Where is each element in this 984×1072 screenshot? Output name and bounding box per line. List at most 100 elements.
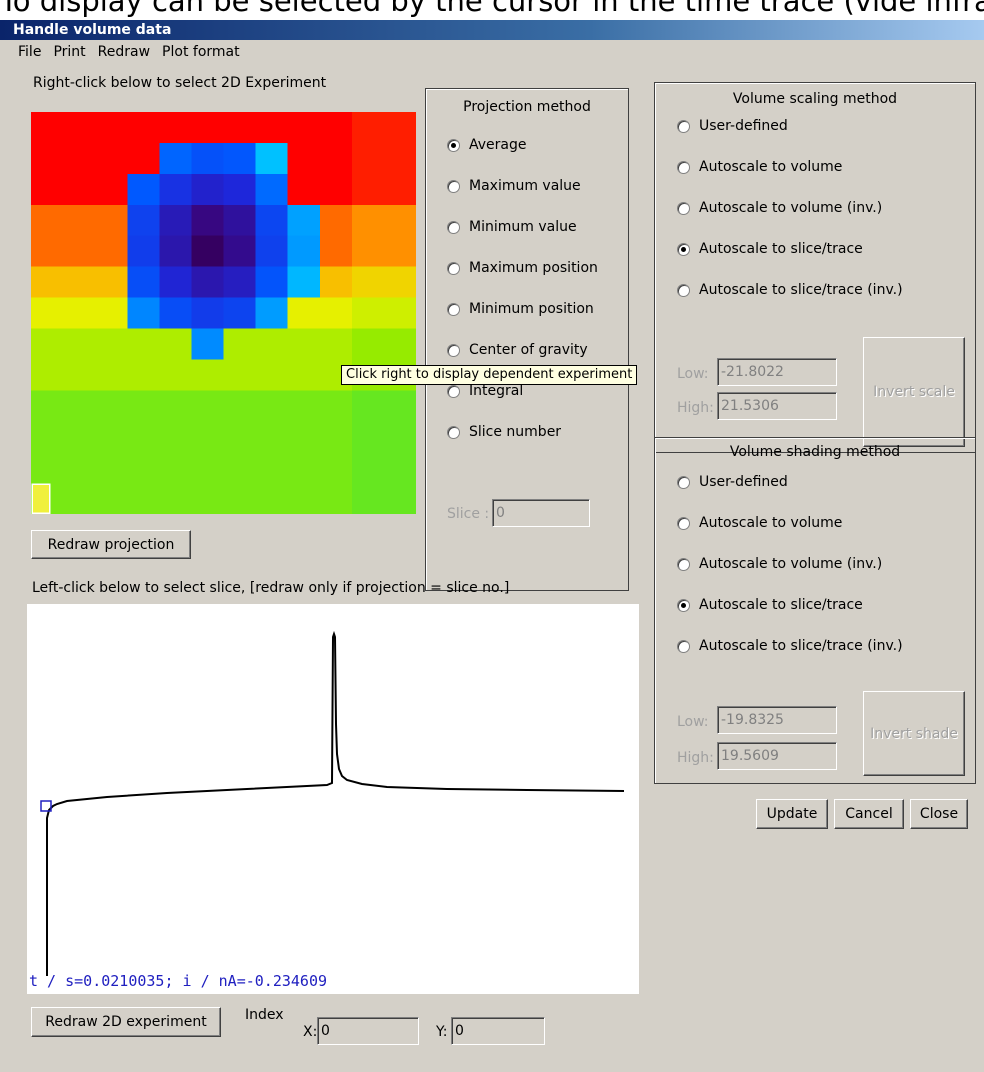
slice-label: Slice : bbox=[447, 506, 490, 522]
page-caption: To display can be selected by the cursor… bbox=[0, 0, 984, 21]
menu-redraw[interactable]: Redraw bbox=[92, 40, 156, 64]
projection-method-option-maximum-value[interactable]: Maximum value bbox=[447, 176, 581, 196]
projection-method-option-center-of-gravity[interactable]: Center of gravity bbox=[447, 340, 588, 360]
radio-button-icon[interactable] bbox=[447, 220, 460, 234]
radio-button-icon[interactable] bbox=[447, 384, 460, 398]
projection-method-option-maximum-position[interactable]: Maximum position bbox=[447, 258, 598, 278]
trace-plot[interactable]: t / s=0.0210035; i / nA=-0.234609 bbox=[27, 604, 639, 994]
radio-button-icon[interactable] bbox=[447, 343, 460, 357]
volume-shading-option-autoscale-to-slice-trace[interactable]: Autoscale to slice/trace bbox=[677, 595, 863, 615]
heatmap-cell bbox=[383, 328, 417, 360]
radio-button-icon[interactable] bbox=[677, 639, 690, 653]
redraw-projection-button[interactable]: Redraw projection bbox=[31, 530, 191, 559]
projection-method-option-slice-number[interactable]: Slice number bbox=[447, 422, 561, 442]
radio-button-icon[interactable] bbox=[447, 425, 460, 439]
radio-label: User-defined bbox=[699, 118, 788, 134]
volume-shading-option-autoscale-to-volume-inv[interactable]: Autoscale to volume (inv.) bbox=[677, 554, 882, 574]
invert-scale-button[interactable]: Invert scale bbox=[863, 337, 965, 447]
heatmap-cell bbox=[351, 390, 385, 422]
volume-shading-option-autoscale-to-volume[interactable]: Autoscale to volume bbox=[677, 513, 842, 533]
radio-label: Autoscale to volume (inv.) bbox=[699, 200, 883, 216]
menu-plot-format[interactable]: Plot format bbox=[156, 40, 246, 64]
update-button[interactable]: Update bbox=[756, 799, 828, 829]
heatmap-cell bbox=[191, 204, 224, 237]
heatmap-cell bbox=[223, 452, 257, 484]
scale-high-field[interactable]: 21.5306 bbox=[717, 392, 837, 420]
shade-high-field[interactable]: 19.5609 bbox=[717, 742, 837, 770]
heatmap-cell bbox=[223, 359, 257, 391]
radio-label: User-defined bbox=[699, 474, 788, 490]
heatmap-cell bbox=[255, 483, 289, 515]
radio-button-icon[interactable] bbox=[447, 179, 460, 193]
radio-label: Autoscale to volume (inv.) bbox=[699, 556, 883, 572]
radio-button-icon[interactable] bbox=[677, 516, 690, 530]
projection-method-title: Projection method bbox=[463, 99, 591, 115]
volume-scaling-option-autoscale-to-volume[interactable]: Autoscale to volume bbox=[677, 157, 842, 177]
heatmap-cell bbox=[95, 390, 128, 422]
invert-shade-button[interactable]: Invert shade bbox=[863, 691, 965, 776]
slice-field[interactable]: 0 bbox=[492, 499, 590, 527]
volume-scaling-option-user-defined[interactable]: User-defined bbox=[677, 116, 788, 136]
shade-low-label: Low: bbox=[677, 714, 709, 730]
volume-scaling-option-autoscale-to-slice-trace-inv[interactable]: Autoscale to slice/trace (inv.) bbox=[677, 280, 903, 300]
projection-method-option-minimum-value[interactable]: Minimum value bbox=[447, 217, 577, 237]
heatmap-cell bbox=[255, 266, 289, 299]
index-x-field[interactable]: 0 bbox=[317, 1017, 419, 1045]
index-y-field[interactable]: 0 bbox=[451, 1017, 545, 1045]
radio-button-icon[interactable] bbox=[677, 201, 690, 215]
heatmap-cell bbox=[31, 297, 64, 329]
menu-file[interactable]: File bbox=[0, 40, 47, 64]
heatmap-cell bbox=[383, 142, 417, 175]
cancel-button[interactable]: Cancel bbox=[834, 799, 904, 829]
projection-heatmap[interactable] bbox=[31, 112, 417, 515]
menu-print[interactable]: Print bbox=[47, 40, 91, 64]
heatmap-cell bbox=[63, 452, 96, 484]
heatmap-cell bbox=[191, 297, 224, 329]
window-title: Handle volume data bbox=[0, 20, 984, 40]
radio-button-icon[interactable] bbox=[677, 283, 690, 297]
radio-button-icon[interactable] bbox=[677, 242, 690, 256]
volume-scaling-option-autoscale-to-slice-trace[interactable]: Autoscale to slice/trace bbox=[677, 239, 863, 259]
radio-label: Autoscale to volume bbox=[699, 515, 843, 531]
projection-method-option-average[interactable]: Average bbox=[447, 135, 527, 155]
heatmap-cell bbox=[191, 142, 224, 175]
radio-button-icon[interactable] bbox=[677, 598, 690, 612]
heatmap-cell bbox=[287, 142, 321, 175]
projection-method-option-minimum-position[interactable]: Minimum position bbox=[447, 299, 594, 319]
heatmap-cell bbox=[95, 235, 128, 268]
heatmap-cell bbox=[95, 359, 128, 391]
volume-scaling-option-autoscale-to-volume-inv[interactable]: Autoscale to volume (inv.) bbox=[677, 198, 882, 218]
selected-cell-marker bbox=[31, 483, 51, 514]
radio-label: Autoscale to slice/trace (inv.) bbox=[699, 638, 903, 654]
shade-low-field[interactable]: -19.8325 bbox=[717, 706, 837, 734]
radio-button-icon[interactable] bbox=[677, 119, 690, 133]
close-button[interactable]: Close bbox=[910, 799, 968, 829]
heatmap-cell bbox=[127, 359, 160, 391]
radio-label: Minimum value bbox=[469, 219, 577, 235]
heatmap-cell bbox=[287, 112, 321, 144]
heatmap-cell bbox=[95, 483, 128, 515]
radio-button-icon[interactable] bbox=[677, 557, 690, 571]
radio-button-icon[interactable] bbox=[677, 160, 690, 174]
projection-label: Right-click below to select 2D Experimen… bbox=[33, 75, 327, 91]
heatmap-cell bbox=[223, 173, 257, 206]
heatmap-cell bbox=[191, 266, 224, 299]
heatmap-cell bbox=[255, 173, 289, 206]
heatmap-cell bbox=[159, 173, 192, 206]
radio-button-icon[interactable] bbox=[677, 475, 690, 489]
heatmap-cell bbox=[191, 235, 224, 268]
heatmap-cell bbox=[63, 112, 96, 144]
redraw-2d-experiment-button[interactable]: Redraw 2D experiment bbox=[31, 1007, 221, 1037]
volume-shading-option-autoscale-to-slice-trace-inv[interactable]: Autoscale to slice/trace (inv.) bbox=[677, 636, 903, 656]
heatmap-cell bbox=[319, 452, 353, 484]
radio-button-icon[interactable] bbox=[447, 138, 460, 152]
heatmap-cell bbox=[127, 297, 160, 329]
heatmap-cell bbox=[159, 142, 192, 175]
scale-low-field[interactable]: -21.8022 bbox=[717, 358, 837, 386]
heatmap-cell bbox=[63, 235, 96, 268]
heatmap-cell bbox=[95, 112, 128, 144]
radio-button-icon[interactable] bbox=[447, 302, 460, 316]
radio-button-icon[interactable] bbox=[447, 261, 460, 275]
volume-shading-option-user-defined[interactable]: User-defined bbox=[677, 472, 788, 492]
heatmap-cell bbox=[287, 483, 321, 515]
